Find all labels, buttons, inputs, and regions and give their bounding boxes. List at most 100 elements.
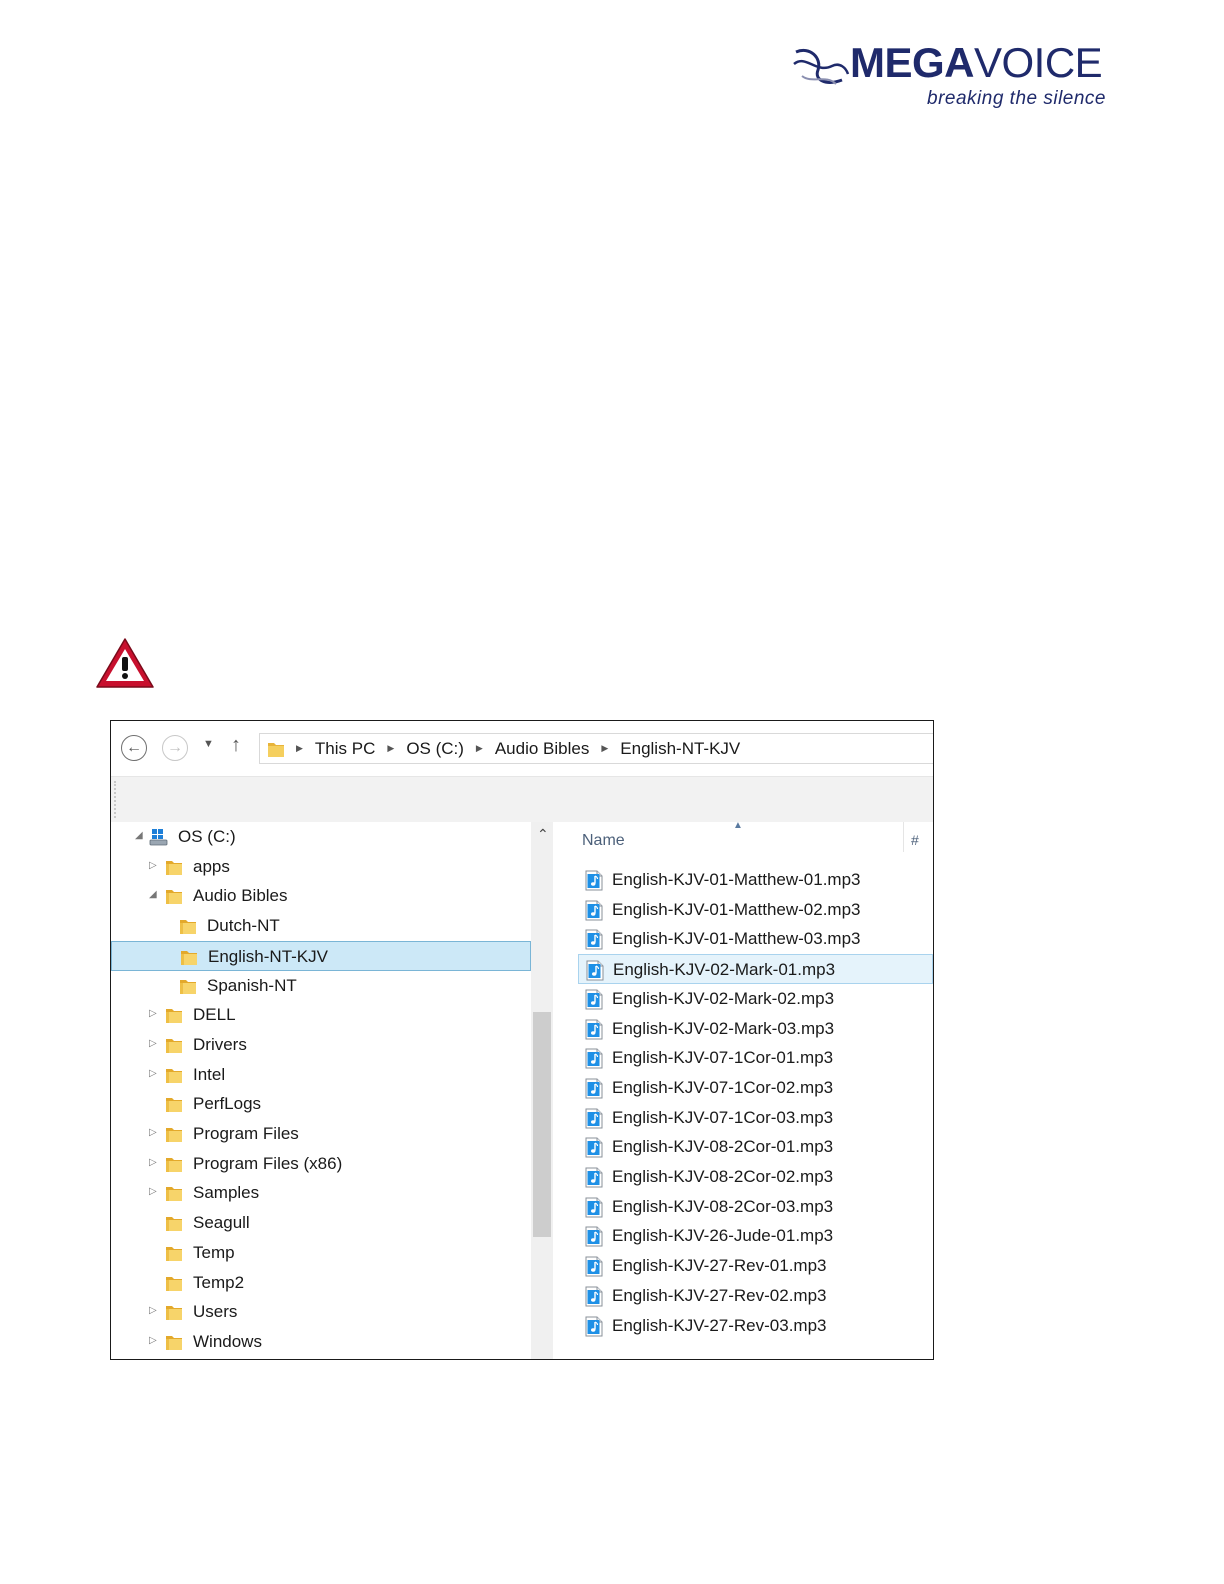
breadcrumb-separator-icon[interactable]: ▶ <box>296 743 303 754</box>
file-name: English-KJV-08-2Cor-02.mp3 <box>612 1167 834 1186</box>
up-button[interactable]: ↑ <box>231 734 241 757</box>
tree-item-english-nt-kjv[interactable]: English-NT-KJV <box>111 940 531 971</box>
recent-locations-dropdown[interactable]: ▼ <box>203 738 214 750</box>
tree-item-program-files-x86[interactable]: ▷ Program Files (x86) <box>111 1149 531 1179</box>
tree-item-label: Spanish-NT <box>207 975 297 995</box>
tree-item-temp2[interactable]: Temp2 <box>111 1268 531 1298</box>
tree-item-windows[interactable]: ▷ Windows <box>111 1327 531 1357</box>
folder-icon <box>164 1243 184 1263</box>
folder-icon <box>164 1273 184 1293</box>
forward-button[interactable]: → <box>162 735 188 761</box>
column-header-name[interactable]: Name <box>582 832 625 850</box>
collapsed-arrow-icon[interactable]: ▷ <box>149 1157 157 1168</box>
scroll-up-icon[interactable]: ⌃ <box>537 826 549 843</box>
audio-file-icon <box>585 1286 603 1307</box>
folder-icon <box>179 947 199 967</box>
file-list-pane: Name ▲ # English-KJV-01-Matthew-01.mp3 En… <box>553 820 933 1359</box>
tree-item-dell[interactable]: ▷ DELL <box>111 1000 531 1030</box>
file-name: English-KJV-27-Rev-01.mp3 <box>612 1256 827 1276</box>
file-row[interactable]: English-KJV-01-Matthew-01.mp3 <box>578 865 933 895</box>
file-row[interactable]: English-KJV-02-Mark-03.mp3 <box>578 1014 933 1044</box>
tree-scrollbar[interactable]: ⌃ <box>531 822 553 1359</box>
tree-item-label: Temp <box>193 1242 235 1262</box>
file-row[interactable]: English-KJV-08-2Cor-03.mp3 <box>578 1192 933 1222</box>
scrollbar-thumb[interactable] <box>533 1012 551 1237</box>
breadcrumb-this-pc[interactable]: This PC <box>315 739 375 759</box>
tree-item-os-c[interactable]: ◢ OS (C:) <box>111 822 531 852</box>
file-row[interactable]: English-KJV-02-Mark-01.mp3 <box>578 954 933 985</box>
tree-item-audio-bibles[interactable]: ◢ Audio Bibles <box>111 881 531 911</box>
file-row[interactable]: English-KJV-26-Jude-01.mp3 <box>578 1221 933 1251</box>
breadcrumb-separator-icon[interactable]: ▶ <box>476 743 483 754</box>
breadcrumb-separator-icon[interactable]: ▶ <box>387 743 394 754</box>
file-row[interactable]: English-KJV-07-1Cor-03.mp3 <box>578 1103 933 1133</box>
collapsed-arrow-icon[interactable]: ▷ <box>149 1009 157 1019</box>
tree-item-samples[interactable]: ▷ Samples <box>111 1178 531 1208</box>
file-row[interactable]: English-KJV-27-Rev-02.mp3 <box>578 1281 933 1311</box>
file-row[interactable]: English-KJV-08-2Cor-02.mp3 <box>578 1162 933 1192</box>
column-divider[interactable] <box>903 822 904 852</box>
collapsed-arrow-icon[interactable]: ▷ <box>149 1335 157 1346</box>
file-name: English-KJV-02-Mark-01.mp3 <box>613 960 836 980</box>
file-name: English-KJV-01-Matthew-03.mp3 <box>612 929 861 949</box>
collapsed-arrow-icon[interactable]: ▷ <box>149 1306 157 1316</box>
breadcrumb-english-nt-kjv[interactable]: English-NT-KJV <box>620 739 740 759</box>
expanded-arrow-icon[interactable]: ◢ <box>135 831 143 841</box>
audio-file-icon <box>585 1316 603 1337</box>
logo-tagline: breaking the silence <box>927 88 1106 109</box>
tree-item-seagull[interactable]: Seagull <box>111 1208 531 1238</box>
logo-swoosh-icon <box>793 49 850 85</box>
tree-item-temp[interactable]: Temp <box>111 1238 531 1268</box>
file-name: English-KJV-26-Jude-01.mp3 <box>612 1226 834 1246</box>
collapsed-arrow-icon[interactable]: ▷ <box>149 1128 157 1138</box>
file-row[interactable]: English-KJV-01-Matthew-02.mp3 <box>578 895 933 925</box>
tree-item-label: Users <box>193 1302 238 1322</box>
collapsed-arrow-icon[interactable]: ▷ <box>149 860 157 871</box>
tree-item-intel[interactable]: ▷ Intel <box>111 1060 531 1090</box>
tree-item-label: Audio Bibles <box>193 886 288 906</box>
folder-icon <box>164 886 184 906</box>
tree-item-label: Dutch-NT <box>207 916 280 936</box>
folder-icon <box>164 1005 184 1025</box>
file-row[interactable]: English-KJV-27-Rev-01.mp3 <box>578 1251 933 1281</box>
ribbon-grip[interactable] <box>114 781 118 818</box>
collapsed-arrow-icon[interactable]: ▷ <box>149 1068 157 1079</box>
address-bar[interactable]: ▶ This PC ▶ OS (C:) ▶ Audio Bibles ▶ Eng… <box>259 733 933 764</box>
folder-icon <box>164 1154 184 1174</box>
collapsed-arrow-icon[interactable]: ▷ <box>149 1187 157 1197</box>
file-row[interactable]: English-KJV-02-Mark-02.mp3 <box>578 984 933 1014</box>
tree-item-perflogs[interactable]: PerfLogs <box>111 1089 531 1119</box>
file-name: English-KJV-02-Mark-02.mp3 <box>612 988 835 1008</box>
tree-item-dutch-nt[interactable]: Dutch-NT <box>111 911 531 941</box>
expanded-arrow-icon[interactable]: ◢ <box>149 890 157 900</box>
file-name: English-KJV-07-1Cor-03.mp3 <box>612 1107 834 1127</box>
file-row[interactable]: English-KJV-07-1Cor-02.mp3 <box>578 1073 933 1103</box>
ribbon-area <box>111 776 933 823</box>
file-name: English-KJV-02-Mark-03.mp3 <box>612 1018 835 1038</box>
tree-item-label: apps <box>193 856 230 876</box>
tree-item-program-files[interactable]: ▷ Program Files <box>111 1119 531 1149</box>
navigation-tree: ◢ OS (C:) ▷ apps ◢ Audio Bibles Dutch-NT Engl… <box>111 822 531 1359</box>
tree-item-label: DELL <box>193 1005 236 1025</box>
breadcrumb-audio-bibles[interactable]: Audio Bibles <box>495 739 590 759</box>
audio-file-icon <box>585 870 603 891</box>
tree-item-label: Windows <box>193 1331 262 1351</box>
tree-item-users[interactable]: ▷ Users <box>111 1297 531 1327</box>
column-header-number[interactable]: # <box>911 832 919 848</box>
file-name: English-KJV-07-1Cor-02.mp3 <box>612 1077 834 1097</box>
folder-icon <box>164 1332 184 1352</box>
collapsed-arrow-icon[interactable]: ▷ <box>149 1038 157 1049</box>
file-row[interactable]: English-KJV-01-Matthew-03.mp3 <box>578 924 933 954</box>
breadcrumb-separator-icon[interactable]: ▶ <box>601 743 608 754</box>
tree-item-drivers[interactable]: ▷ Drivers <box>111 1030 531 1060</box>
tree-item-spanish-nt[interactable]: Spanish-NT <box>111 971 531 1001</box>
file-row[interactable]: English-KJV-27-Rev-03.mp3 <box>578 1311 933 1341</box>
file-row[interactable]: English-KJV-07-1Cor-01.mp3 <box>578 1043 933 1073</box>
back-button[interactable]: ← <box>121 735 147 761</box>
file-row[interactable]: English-KJV-08-2Cor-01.mp3 <box>578 1132 933 1162</box>
breadcrumb-os-c[interactable]: OS (C:) <box>406 739 464 759</box>
tree-item-apps[interactable]: ▷ apps <box>111 852 531 882</box>
tree-item-label: Program Files (x86) <box>193 1153 343 1173</box>
audio-file-icon <box>585 1019 603 1040</box>
warning-icon <box>96 638 154 688</box>
